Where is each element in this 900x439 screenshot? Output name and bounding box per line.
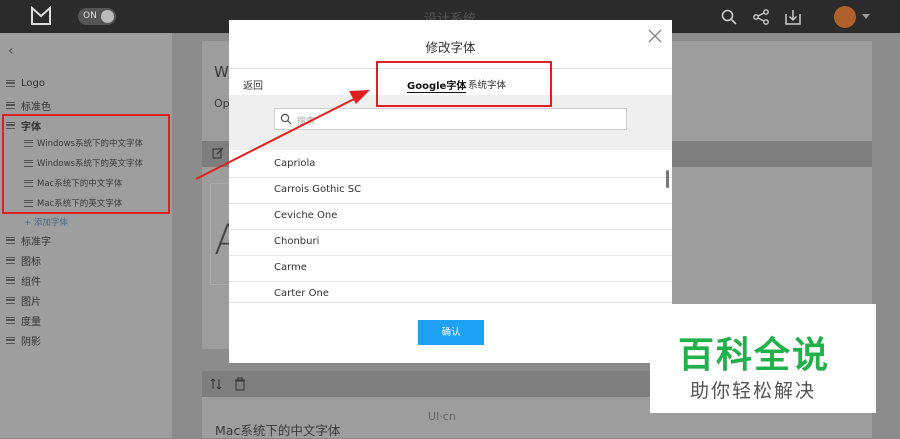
watermark-badge: 百科全说 助你轻松解决 bbox=[650, 304, 876, 413]
watermark-subtitle: 助你轻松解决 bbox=[690, 380, 817, 402]
site-watermark: UI·cn bbox=[428, 410, 456, 423]
watermark-title: 百科全说 bbox=[678, 335, 831, 376]
